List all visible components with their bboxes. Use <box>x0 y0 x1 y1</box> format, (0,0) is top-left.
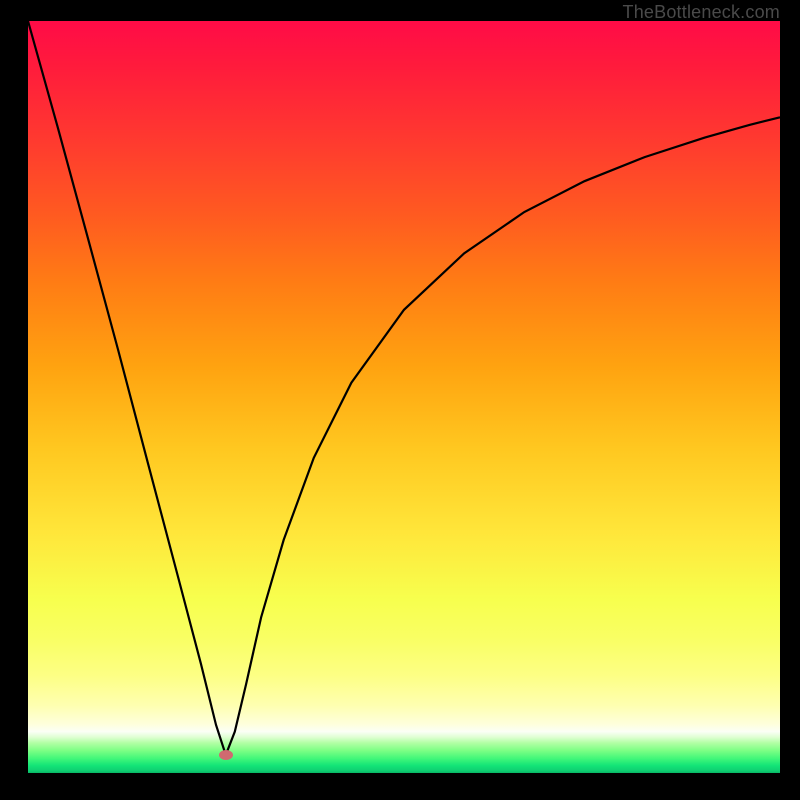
plot-area <box>28 21 780 773</box>
chart-stage: TheBottleneck.com <box>0 0 800 800</box>
bottleneck-curve <box>28 21 780 773</box>
optimum-marker <box>219 750 233 760</box>
watermark-text: TheBottleneck.com <box>623 2 780 23</box>
